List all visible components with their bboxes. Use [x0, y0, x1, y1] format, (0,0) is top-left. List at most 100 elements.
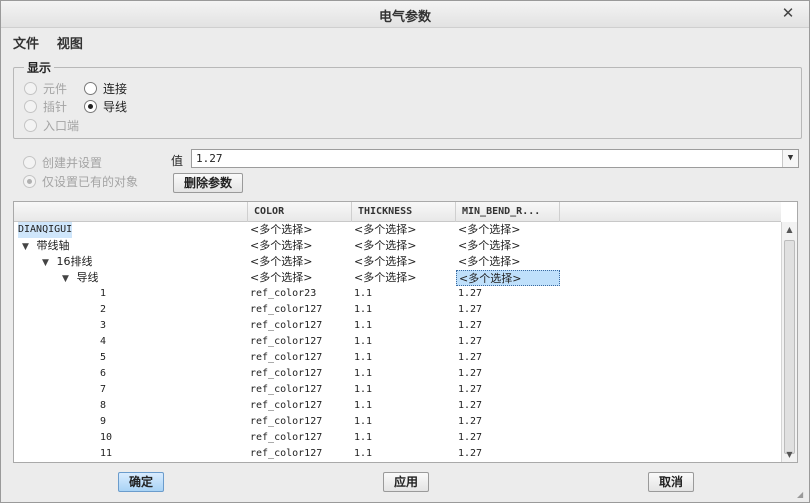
radio-connection-label: 连接 — [103, 81, 128, 96]
table-row[interactable]: 9 ref_color127 1.1 1.27 — [14, 414, 781, 430]
cell-min-bend[interactable]: <多个选择> — [458, 222, 520, 238]
ok-button[interactable]: 确定 — [118, 472, 164, 492]
cell-color[interactable]: ref_color127 — [250, 302, 322, 318]
cell-thickness[interactable]: 1.1 — [354, 430, 372, 446]
cell-thickness[interactable]: 1.1 — [354, 350, 372, 366]
cell-color[interactable]: ref_color127 — [250, 350, 322, 366]
radio-create-and-set[interactable]: 创建并设置 — [23, 154, 102, 170]
expand-arrow-icon[interactable]: ▼ — [22, 240, 33, 255]
cell-thickness[interactable]: 1.1 — [354, 382, 372, 398]
cell-thickness[interactable]: <多个选择> — [354, 222, 416, 238]
cell-color[interactable]: ref_color127 — [250, 446, 322, 462]
tree-node-label: DIANQIGUI — [18, 222, 73, 238]
table-row[interactable]: 7 ref_color127 1.1 1.27 — [14, 382, 781, 398]
column-header-name[interactable] — [14, 202, 248, 222]
cell-min-bend[interactable]: 1.27 — [458, 350, 482, 366]
radio-pin[interactable]: 插针 — [24, 98, 67, 114]
table-row[interactable]: 2 ref_color127 1.1 1.27 — [14, 302, 781, 318]
tree-node-label: 导线 — [76, 271, 99, 284]
display-group-label: 显示 — [24, 59, 55, 76]
scroll-down-icon[interactable]: ▼ — [782, 447, 797, 462]
cell-color[interactable]: ref_color127 — [250, 382, 322, 398]
scroll-up-icon[interactable]: ▲ — [782, 222, 797, 237]
cancel-button[interactable]: 取消 — [648, 472, 694, 492]
cell-color[interactable]: ref_color127 — [250, 430, 322, 446]
expand-arrow-icon[interactable]: ▼ — [62, 272, 73, 287]
cell-min-bend[interactable]: 1.27 — [458, 430, 482, 446]
cell-color[interactable]: <多个选择> — [250, 222, 312, 238]
column-header-min-bend[interactable]: MIN_BEND_R... — [456, 202, 560, 222]
table-row[interactable]: 8 ref_color127 1.1 1.27 — [14, 398, 781, 414]
cell-thickness[interactable]: 1.1 — [354, 398, 372, 414]
vertical-scrollbar[interactable]: ▲ ▼ — [781, 222, 797, 462]
cell-min-bend[interactable]: 1.27 — [458, 398, 482, 414]
cell-min-bend[interactable]: <多个选择> — [458, 254, 520, 270]
cell-thickness[interactable]: <多个选择> — [354, 238, 416, 254]
radio-entry-port[interactable]: 入口端 — [24, 117, 79, 133]
cell-thickness[interactable]: <多个选择> — [354, 270, 416, 286]
radio-indicator — [23, 174, 36, 188]
cell-thickness[interactable]: 1.1 — [354, 446, 372, 462]
cell-thickness[interactable]: 1.1 — [354, 318, 372, 334]
cell-color[interactable]: ref_color23 — [250, 286, 316, 302]
wire-id: 4 — [100, 336, 107, 347]
table-row[interactable]: DIANQIGUI <多个选择> <多个选择> <多个选择> — [14, 222, 781, 238]
column-header-thickness[interactable]: THICKNESS — [352, 202, 456, 222]
cell-color[interactable]: ref_color127 — [250, 398, 322, 414]
cell-color[interactable]: <多个选择> — [250, 270, 312, 286]
cell-min-bend[interactable]: 1.27 — [458, 286, 482, 302]
cell-color[interactable]: ref_color127 — [250, 318, 322, 334]
apply-button[interactable]: 应用 — [383, 472, 429, 492]
radio-set-existing-only[interactable]: 仅设置已有的对象 — [23, 173, 138, 189]
cell-thickness[interactable]: 1.1 — [354, 366, 372, 382]
value-input[interactable]: 1.27 ▼ — [191, 149, 799, 168]
cell-min-bend[interactable]: <多个选择> — [458, 238, 520, 254]
radio-wire-label: 导线 — [103, 99, 128, 114]
value-dropdown-icon[interactable]: ▼ — [782, 150, 798, 167]
table-row[interactable]: 5 ref_color127 1.1 1.27 — [14, 350, 781, 366]
cell-thickness[interactable]: 1.1 — [354, 414, 372, 430]
expand-arrow-icon[interactable]: ▼ — [42, 256, 53, 271]
close-icon[interactable]: ✕ — [779, 4, 797, 22]
table-row[interactable]: 6 ref_color127 1.1 1.27 — [14, 366, 781, 382]
column-header-color[interactable]: COLOR — [248, 202, 352, 222]
cell-min-bend[interactable]: 1.27 — [458, 414, 482, 430]
cell-thickness[interactable]: 1.1 — [354, 334, 372, 350]
cell-thickness[interactable]: 1.1 — [354, 286, 372, 302]
radio-connection[interactable]: 连接 — [84, 80, 127, 96]
table-row[interactable]: 1 ref_color23 1.1 1.27 — [14, 286, 781, 302]
delete-parameter-button[interactable]: 删除参数 — [173, 173, 243, 193]
cell-thickness[interactable]: <多个选择> — [354, 254, 416, 270]
scroll-thumb[interactable] — [784, 240, 795, 454]
radio-component[interactable]: 元件 — [24, 80, 67, 96]
radio-indicator — [84, 81, 97, 95]
cell-min-bend-selected[interactable]: <多个选择> — [456, 270, 560, 286]
cell-min-bend[interactable]: 1.27 — [458, 382, 482, 398]
cell-min-bend[interactable]: 1.27 — [458, 318, 482, 334]
cell-thickness[interactable]: 1.1 — [354, 302, 372, 318]
menu-view[interactable]: 视图 — [57, 33, 83, 52]
cell-min-bend[interactable]: 1.27 — [458, 366, 482, 382]
table-row[interactable]: ▼ 16排线 <多个选择> <多个选择> <多个选择> — [14, 254, 781, 270]
cell-min-bend[interactable]: 1.27 — [458, 302, 482, 318]
table-row[interactable]: ▼ 导线 <多个选择> <多个选择> <多个选择> — [14, 270, 781, 286]
radio-indicator — [84, 99, 97, 113]
menu-file[interactable]: 文件 — [13, 33, 39, 52]
table-row[interactable]: 11 ref_color127 1.1 1.27 — [14, 446, 781, 462]
table-row[interactable]: 4 ref_color127 1.1 1.27 — [14, 334, 781, 350]
table-row[interactable]: ▼ 带线轴 <多个选择> <多个选择> <多个选择> — [14, 238, 781, 254]
cell-color[interactable]: <多个选择> — [250, 254, 312, 270]
table-row[interactable]: 10 ref_color127 1.1 1.27 — [14, 430, 781, 446]
cell-color[interactable]: ref_color127 — [250, 334, 322, 350]
table-row[interactable]: 3 ref_color127 1.1 1.27 — [14, 318, 781, 334]
cell-min-bend[interactable]: 1.27 — [458, 334, 482, 350]
cell-min-bend[interactable]: 1.27 — [458, 446, 482, 462]
cell-color[interactable]: <多个选择> — [250, 238, 312, 254]
resize-grip-icon[interactable]: ◢ — [797, 490, 807, 500]
title-bar[interactable]: 电气参数 ✕ — [1, 1, 809, 28]
cell-color[interactable]: ref_color127 — [250, 366, 322, 382]
radio-wire[interactable]: 导线 — [84, 98, 127, 114]
tree-node: ▼ 16排线 — [42, 254, 93, 270]
cell-color[interactable]: ref_color127 — [250, 414, 322, 430]
radio-indicator — [23, 155, 36, 169]
